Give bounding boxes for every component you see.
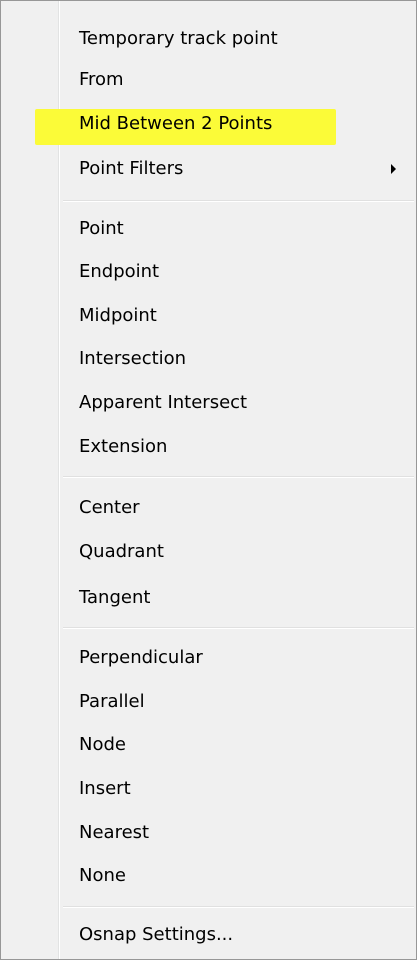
menu-item-mid-between-2-points[interactable]: Mid Between 2 Points xyxy=(1,102,416,146)
menu-separator xyxy=(63,627,414,629)
menu-item-label: Midpoint xyxy=(79,305,157,326)
menu-item-label: Endpoint xyxy=(79,261,160,282)
menu-item-label: None xyxy=(79,865,126,886)
menu-item-label: Tangent xyxy=(79,587,151,608)
chevron-right-icon xyxy=(391,164,396,174)
menu-item-label: Insert xyxy=(79,778,131,799)
menu-item-extension[interactable]: Extension xyxy=(1,425,416,469)
menu-separator xyxy=(63,200,414,202)
menu-item-nearest[interactable]: Nearest xyxy=(1,811,416,855)
menu-item-label: Point xyxy=(79,218,124,239)
menu-item-insert[interactable]: Insert xyxy=(1,767,416,811)
menu-item-label: Node xyxy=(79,734,126,755)
menu-item-node[interactable]: Node xyxy=(1,723,416,767)
menu-item-tangent[interactable]: Tangent xyxy=(1,576,416,620)
menu-item-point[interactable]: Point xyxy=(1,207,416,251)
menu-item-label: Quadrant xyxy=(79,541,164,562)
context-menu: Temporary track point From Mid Between 2… xyxy=(0,0,417,960)
menu-item-label: Center xyxy=(79,497,140,518)
menu-item-quadrant[interactable]: Quadrant xyxy=(1,530,416,574)
menu-item-from[interactable]: From xyxy=(1,58,416,102)
menu-item-label: Parallel xyxy=(79,691,145,712)
menu-separator xyxy=(63,906,414,908)
menu-item-none[interactable]: None xyxy=(1,854,416,898)
menu-item-label: Nearest xyxy=(79,822,150,843)
menu-item-intersection[interactable]: Intersection xyxy=(1,337,416,381)
menu-item-label: Apparent Intersect xyxy=(79,392,248,413)
menu-item-label: Osnap Settings... xyxy=(79,924,234,945)
menu-item-apparent-intersect[interactable]: Apparent Intersect xyxy=(1,381,416,425)
menu-item-label: Point Filters xyxy=(79,158,184,179)
menu-item-label: From xyxy=(79,69,124,90)
menu-item-perpendicular[interactable]: Perpendicular xyxy=(1,636,416,680)
menu-separator xyxy=(63,476,414,478)
menu-item-temporary-track-point[interactable]: Temporary track point xyxy=(1,17,416,61)
menu-item-parallel[interactable]: Parallel xyxy=(1,680,416,724)
menu-item-label: Extension xyxy=(79,436,168,457)
menu-item-label: Temporary track point xyxy=(79,28,278,49)
menu-item-endpoint[interactable]: Endpoint xyxy=(1,250,416,294)
menu-item-label: Intersection xyxy=(79,348,187,369)
menu-item-midpoint[interactable]: Midpoint xyxy=(1,294,416,338)
menu-item-point-filters[interactable]: Point Filters xyxy=(1,147,416,191)
menu-item-center[interactable]: Center xyxy=(1,486,416,530)
menu-item-label: Mid Between 2 Points xyxy=(79,113,273,134)
menu-item-osnap-settings[interactable]: Osnap Settings... xyxy=(1,913,416,957)
menu-item-label: Perpendicular xyxy=(79,647,203,668)
